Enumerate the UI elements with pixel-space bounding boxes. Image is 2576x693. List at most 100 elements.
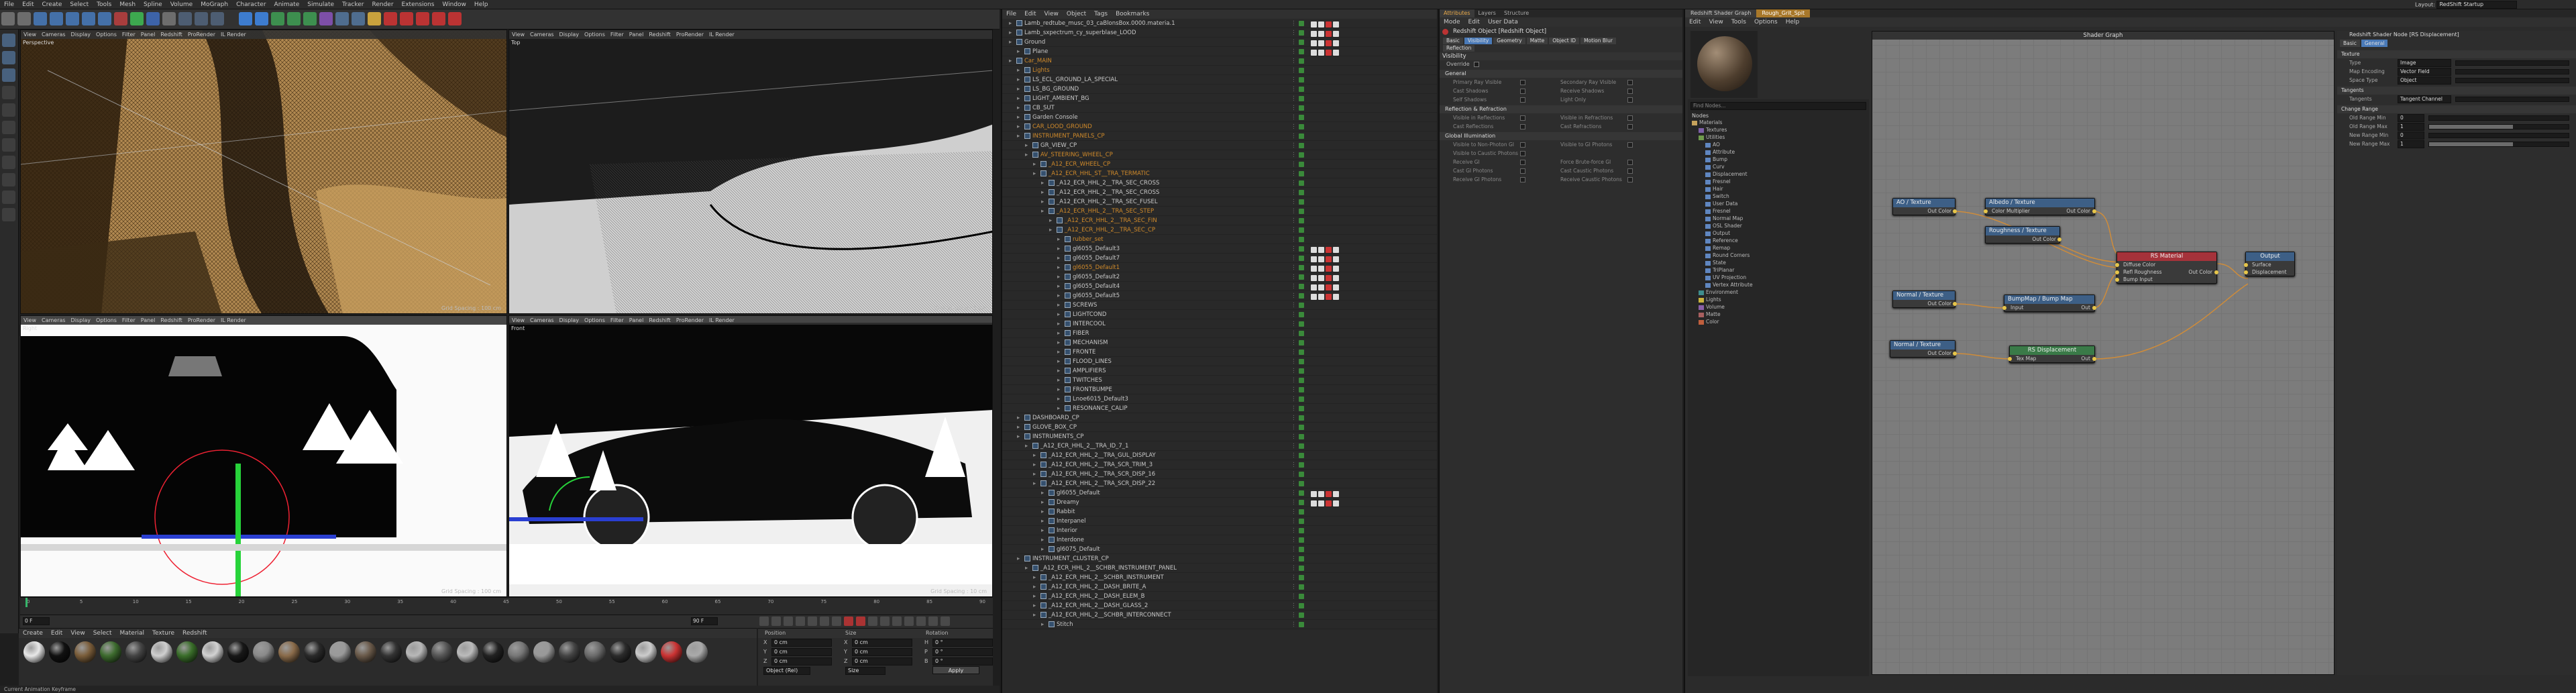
node-tree-item[interactable]: Textures (1688, 126, 1869, 134)
material-tag-icon[interactable] (1318, 247, 1324, 253)
enable-check-icon[interactable] (1299, 21, 1304, 26)
coord-value-field[interactable]: 0 cm (852, 639, 912, 647)
expand-arrow-icon[interactable]: ▸ (1057, 291, 1063, 301)
attribute-checkbox[interactable] (1627, 168, 1633, 174)
viewport-menu-item[interactable]: ProRender (674, 317, 706, 323)
find-nodes-input[interactable]: Find Nodes... (1690, 102, 1866, 110)
object-row[interactable]: ▸ Car_MAIN ⋮ (1002, 56, 1437, 66)
material-menu-item[interactable]: View (66, 629, 89, 638)
object-menu-item[interactable]: Object (1063, 9, 1090, 19)
enable-check-icon[interactable] (1299, 303, 1304, 308)
expand-arrow-icon[interactable]: ▸ (1033, 160, 1038, 169)
shader-graph-canvas[interactable]: Shader Graph AO / Texture Out Color Albe… (1872, 31, 2334, 675)
expand-arrow-icon[interactable]: ▸ (1041, 488, 1046, 498)
array-icon[interactable] (303, 12, 317, 25)
node-output[interactable]: Output Surface Displacement (2244, 252, 2295, 276)
redshift-material-icon[interactable] (416, 12, 429, 25)
visibility-dots[interactable]: ⋮ (1291, 451, 1297, 460)
object-row[interactable]: ▸ _A12_ECR_HHL_2__TRA_SCR_DISP_16 ⋮ (1002, 470, 1437, 479)
enable-check-icon[interactable] (1299, 87, 1304, 92)
object-row[interactable]: ▸ GR_VIEW_CP ⋮ (1002, 141, 1437, 150)
timeline-icon[interactable] (941, 617, 950, 626)
enable-check-icon[interactable] (1299, 340, 1304, 345)
enable-check-icon[interactable] (1299, 321, 1304, 327)
object-row[interactable]: ▸ DASHBOARD_CP ⋮ (1002, 413, 1437, 423)
enable-check-icon[interactable] (1299, 190, 1304, 195)
material-tag-icon[interactable] (1311, 500, 1317, 507)
menu-item[interactable]: MoGraph (197, 0, 232, 9)
object-row[interactable]: ▸ _A12_ECR_HHL_2__DASH_ELEM_B ⋮ (1002, 592, 1437, 601)
enable-check-icon[interactable] (1299, 293, 1304, 299)
object-row[interactable]: ▸ AV_STEERING_WHEEL_CP ⋮ (1002, 150, 1437, 160)
expand-arrow-icon[interactable]: ▸ (1057, 357, 1063, 366)
pla-key-icon[interactable] (928, 617, 938, 626)
node-tree-item[interactable]: Environment (1688, 288, 1869, 296)
property-slider-track[interactable] (2455, 60, 2569, 66)
visibility-dots[interactable]: ⋮ (1291, 225, 1297, 235)
expand-arrow-icon[interactable]: ▸ (1057, 319, 1063, 329)
node-tree-item[interactable]: Matte (1688, 311, 1869, 318)
attribute-checkbox[interactable] (1520, 177, 1525, 182)
material-tag-icon[interactable] (1311, 284, 1317, 290)
object-row[interactable]: ▸ TWITCHES ⋮ (1002, 376, 1437, 385)
enable-check-icon[interactable] (1299, 566, 1304, 571)
visibility-dots[interactable]: ⋮ (1291, 301, 1297, 310)
scale-key-icon[interactable] (904, 617, 914, 626)
material-tag-icon[interactable] (1318, 256, 1324, 262)
object-row[interactable]: ▸ _A12_ECR_HHL_2__SCHBR_INSTRUMENT_PANEL ⋮ (1002, 564, 1437, 573)
object-row[interactable]: ▸ gl6055_Default4 ⋮ (1002, 282, 1437, 291)
next-frame-icon[interactable] (808, 617, 817, 626)
enable-check-icon[interactable] (1299, 500, 1304, 505)
material-menu-item[interactable]: Create (19, 629, 47, 638)
object-row[interactable]: ▸ Interdone ⋮ (1002, 535, 1437, 545)
attribute-checkbox[interactable] (1627, 124, 1633, 129)
object-row[interactable]: ▸ gl6055_Default1 ⋮ (1002, 263, 1437, 272)
visibility-dots[interactable]: ⋮ (1291, 526, 1297, 535)
node-tree-item[interactable]: Output (1688, 229, 1869, 237)
texture-mode-icon[interactable] (2, 68, 15, 82)
playhead[interactable] (25, 598, 28, 607)
material-tag-icon[interactable] (1326, 266, 1332, 272)
enable-check-icon[interactable] (1299, 519, 1304, 524)
object-row[interactable]: ▸ _A12_ECR_HHL_2__TRA_SEC_FUSEL ⋮ (1002, 197, 1437, 207)
material-tag-icon[interactable] (1311, 256, 1317, 262)
node-tree-item[interactable]: Displacement (1688, 170, 1869, 178)
material-menu-item[interactable]: Material (115, 629, 148, 638)
apply-button[interactable]: Apply (932, 666, 979, 674)
node-tree-item[interactable]: Switch (1688, 193, 1869, 200)
enable-check-icon[interactable] (1299, 387, 1304, 392)
object-row[interactable]: ▸ gl6075_Default ⋮ (1002, 545, 1437, 554)
expand-arrow-icon[interactable]: ▸ (1017, 432, 1022, 441)
visibility-dots[interactable]: ⋮ (1291, 357, 1297, 366)
property-field[interactable]: 1 (2398, 123, 2424, 131)
shader-graph-menu-item[interactable]: Edit (1685, 17, 1705, 27)
material-tag-icon[interactable] (1326, 247, 1332, 253)
node-port[interactable]: Surface (2244, 261, 2294, 268)
expand-arrow-icon[interactable]: ▸ (1057, 235, 1063, 244)
object-row[interactable]: ▸ Ground ⋮ (1002, 38, 1437, 47)
visibility-dots[interactable]: ⋮ (1291, 19, 1297, 28)
material-menu-item[interactable]: Texture (148, 629, 178, 638)
attribute-menu-item[interactable]: Edit (1464, 17, 1484, 27)
object-row[interactable]: ▸ _A12_ECR_HHL_2__TRA_SEC_CROSS ⋮ (1002, 188, 1437, 197)
enable-check-icon[interactable] (1299, 472, 1304, 477)
override-row[interactable]: Override (1440, 60, 1682, 68)
enable-check-icon[interactable] (1299, 603, 1304, 608)
node-ao-texture[interactable]: AO / Texture Out Color (1892, 198, 1957, 215)
viewport-menu-item[interactable]: Cameras (39, 317, 68, 323)
material-tag-icon[interactable] (1333, 275, 1339, 281)
material-swatch[interactable] (508, 641, 529, 663)
play-icon[interactable] (796, 617, 805, 626)
visibility-dots[interactable]: ⋮ (1291, 545, 1297, 554)
viewport-menu-item[interactable]: Redshift (646, 32, 673, 38)
visibility-dots[interactable]: ⋮ (1291, 47, 1297, 56)
object-menu-item[interactable]: Tags (1090, 9, 1112, 19)
object-row[interactable]: ▸ CAR_LOOD_GROUND ⋮ (1002, 122, 1437, 131)
subdivision-icon[interactable] (271, 12, 284, 25)
visibility-dots[interactable]: ⋮ (1291, 38, 1297, 47)
expand-arrow-icon[interactable]: ▸ (1057, 376, 1063, 385)
enable-check-icon[interactable] (1299, 490, 1304, 496)
material-tag-icon[interactable] (1326, 294, 1332, 300)
next-key-icon[interactable] (820, 617, 829, 626)
visibility-dots[interactable]: ⋮ (1291, 423, 1297, 432)
